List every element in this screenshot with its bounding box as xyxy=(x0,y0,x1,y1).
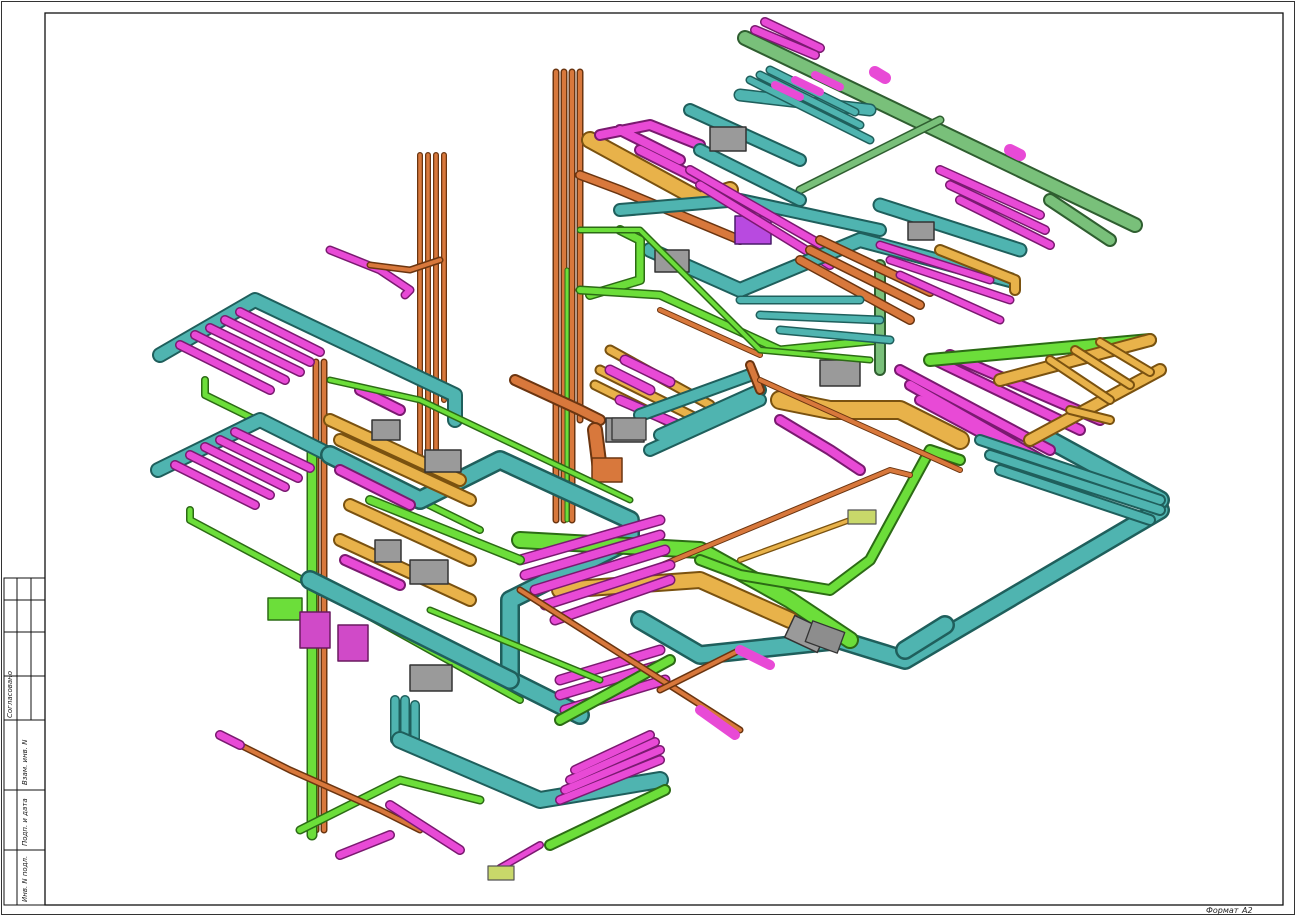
format-value: А2 xyxy=(1241,906,1253,915)
duct-top-branch-b xyxy=(872,165,1117,258)
duct-top-left-small xyxy=(325,245,444,300)
duct-network xyxy=(150,17,1170,881)
stamp-inv-label: Инв. N подл. xyxy=(21,856,29,902)
riser-left-low xyxy=(306,358,328,841)
duct-right-center xyxy=(757,333,1167,526)
riser-center-tall xyxy=(552,68,584,524)
stamp-sign-label: Подп. и дата xyxy=(21,798,29,846)
format-label: Формат xyxy=(1206,906,1239,915)
stamp-agreed-label: Согласовано xyxy=(6,671,14,718)
stamp-replaced-label: Взам. инв. N xyxy=(21,739,29,785)
riser-left-tall xyxy=(417,152,447,473)
ventilation-isometric-drawing: .e { fill:none; stroke-linecap:round; st… xyxy=(1,1,1295,915)
